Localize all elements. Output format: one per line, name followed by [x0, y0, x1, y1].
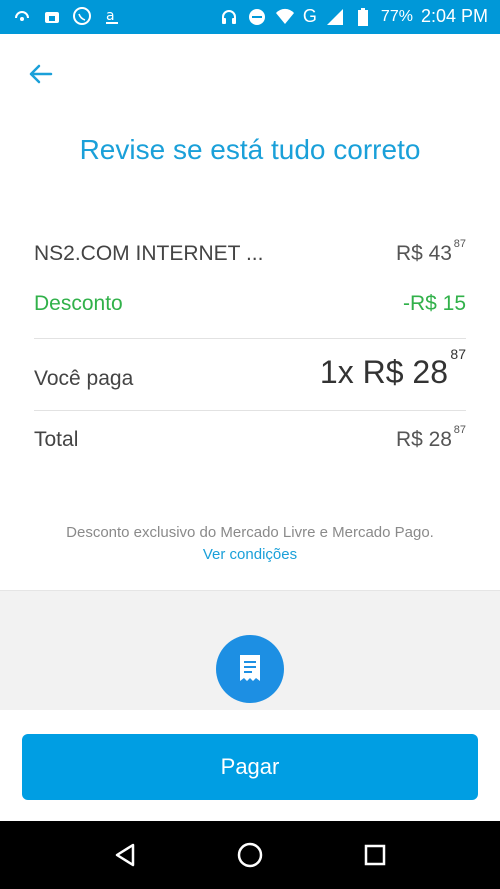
- signal-icon: [325, 7, 345, 27]
- arrow-left-icon: [29, 64, 53, 84]
- receipt-section: [0, 590, 500, 711]
- product-price-cents: 87: [453, 238, 466, 250]
- discount-value: -R$ 15: [402, 292, 466, 315]
- discount-row: Desconto -R$ 15: [34, 292, 466, 316]
- svg-text:a: a: [106, 8, 115, 24]
- total-cents: 87: [453, 424, 466, 436]
- hotspot-icon: [12, 6, 32, 26]
- do-not-disturb-icon: [247, 7, 267, 27]
- review-screen: Revise se está tudo correto NS2.COM INTE…: [0, 34, 500, 590]
- headset-icon: [219, 7, 239, 27]
- back-button[interactable]: [24, 58, 56, 90]
- total-label: Total: [34, 428, 79, 451]
- home-nav-icon[interactable]: [235, 840, 265, 870]
- you-pay-amount: 1x R$ 28 87: [319, 346, 466, 390]
- back-nav-icon[interactable]: [110, 840, 140, 870]
- status-time: 2:04 PM: [420, 6, 488, 26]
- battery-percent: 77%: [380, 7, 413, 25]
- amazon-icon: a: [102, 6, 122, 26]
- you-pay-row: Você paga 1x R$ 28 87: [34, 346, 466, 391]
- discount-label: Desconto: [34, 292, 123, 315]
- recents-nav-icon[interactable]: [360, 840, 390, 870]
- you-pay-cents: 87: [450, 346, 466, 362]
- android-nav-bar: [0, 821, 500, 889]
- whatsapp-icon: [72, 6, 92, 26]
- product-price: R$ 43 87: [395, 238, 466, 265]
- status-left-icons: a: [12, 6, 122, 26]
- status-bar: a G 77% 2:04 PM: [0, 0, 500, 34]
- wifi-icon: [275, 7, 295, 27]
- page-title: Revise se está tudo correto: [79, 134, 421, 165]
- store-icon: [42, 6, 62, 26]
- receipt-icon: [216, 635, 284, 703]
- product-row: NS2.COM INTERNET ... R$ 43 87: [34, 238, 466, 266]
- conditions-link[interactable]: Ver condições: [0, 546, 500, 563]
- discount-note: Desconto exclusivo do Mercado Livre e Me…: [66, 524, 434, 541]
- you-pay-label: Você paga: [34, 367, 134, 390]
- bottom-bar: Pagar: [0, 710, 500, 821]
- pay-button[interactable]: Pagar: [22, 734, 478, 800]
- total-amount: R$ 28 87: [395, 424, 466, 451]
- status-right-icons: G 77% 2:04 PM: [219, 6, 488, 27]
- network-label: G: [302, 6, 317, 26]
- battery-icon: [353, 7, 373, 27]
- divider: [34, 410, 466, 411]
- total-row: Total R$ 28 87: [34, 424, 466, 452]
- divider: [34, 338, 466, 339]
- product-name: NS2.COM INTERNET ...: [34, 242, 264, 265]
